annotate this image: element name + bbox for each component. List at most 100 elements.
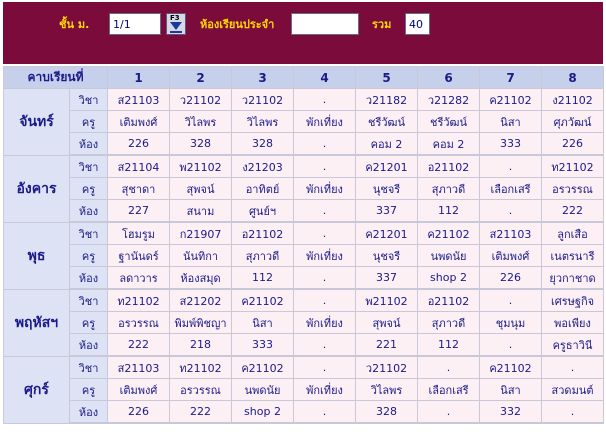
period-number: 5	[355, 66, 419, 89]
schedule-cell: คอม 2	[417, 132, 481, 156]
schedule-cell: 226	[479, 266, 543, 290]
schedule-cell: .	[293, 400, 357, 424]
schedule-cell: .	[541, 355, 605, 379]
schedule-cell: ก21907	[169, 221, 233, 245]
timetable-row: พฤหัสฯ วิชา ท21102 ส21202 ค21102. พ21102 อ2110…	[3, 288, 605, 357]
schedule-cell: ท21102	[541, 154, 605, 178]
schedule-cell: 333	[479, 132, 543, 156]
schedule-cell: 112	[417, 199, 481, 223]
room-input[interactable]	[291, 13, 359, 35]
timetable-row: ครู ฐานันดร์ นันทิกา สุภาวดี พักเที่ยง นุชจรี…	[4, 244, 605, 267]
row-type-label: ครู	[68, 110, 109, 133]
schedule-cell: พ21102	[355, 288, 419, 312]
schedule-cell: 226	[107, 400, 171, 424]
timetable-row: ห้อง ลดาวาร ห้องสมุด 112. 337 shop 2 226 ยุวกาช…	[4, 266, 605, 290]
timetable-row: อังคาร วิชา ส21104 พ21102 ง21203. ค21201 อ2110…	[3, 154, 605, 223]
schedule-cell: 221	[355, 333, 419, 357]
day-label: พฤหัสฯ	[3, 288, 70, 357]
row-type-label: ครู	[68, 244, 109, 267]
schedule-cell: ค21102	[479, 88, 543, 111]
period-number: 1	[107, 66, 171, 89]
schedule-cell: ค21102	[417, 221, 481, 245]
schedule-cell: ห้องสมุด	[169, 266, 233, 290]
row-type-label: ห้อง	[68, 199, 109, 223]
schedule-cell: ท21102	[107, 288, 171, 312]
timetable-row: ห้อง 226 328 328. คอม 2 คอม 2 333 226	[4, 132, 605, 156]
schedule-cell: เลือกเสรี	[479, 177, 543, 200]
schedule-cell: 337	[355, 266, 419, 290]
schedule-cell: ว21282	[417, 88, 481, 111]
schedule-cell: .	[293, 288, 357, 312]
schedule-cell: ศุภวัฒน์	[541, 110, 605, 133]
schedule-cell: วิไลพร	[355, 378, 419, 401]
schedule-cell: .	[417, 355, 481, 379]
row-type-label: ครู	[68, 311, 109, 334]
row-type-label: ครู	[68, 177, 109, 200]
schedule-cell: 226	[541, 132, 605, 156]
row-type-label: ครู	[68, 378, 109, 401]
schedule-cell: .	[293, 355, 357, 379]
schedule-cell: เติมพงศ์	[107, 378, 171, 401]
timetable-row: ครู สุชาดา สุพจน์ อาทิตย์ พักเที่ยง นุชจรี สุภ…	[4, 177, 605, 200]
schedule-cell: เนตรนารี	[541, 244, 605, 267]
timetable-row: ครู เติมพงศ์ อรวรรณ นพดนัย พักเที่ยง วิไลพร เล…	[4, 378, 605, 401]
row-type-label: วิชา	[68, 221, 109, 245]
class-lookup-button[interactable]: F3	[166, 13, 186, 35]
total-input[interactable]	[405, 13, 430, 35]
schedule-cell: คอม 2	[355, 132, 419, 156]
schedule-cell: .	[293, 88, 357, 111]
schedule-cell: .	[479, 154, 543, 178]
schedule-cell: อาทิตย์	[231, 177, 295, 200]
timetable: คาบเรียนที่ 1 2 3 4 5 6 7 8 จันทร์ วิชา ส21103 ว2110…	[2, 66, 605, 424]
schedule-cell: อ21102	[417, 154, 481, 178]
schedule-cell: .	[293, 333, 357, 357]
schedule-cell: นิสา	[479, 110, 543, 133]
schedule-cell: เลือกเสรี	[417, 378, 481, 401]
schedule-cell: 226	[107, 132, 171, 156]
schedule-cell: ค21102	[231, 288, 295, 312]
schedule-cell: ลูกเสือ	[541, 221, 605, 245]
timetable-row: ครู เติมพงศ์ วิไลพร วิไลพร พักเที่ยง ชรีวัฒน์…	[4, 110, 605, 133]
timetable-row: ห้อง 226 222 shop 2. 328. 332.	[4, 400, 605, 424]
period-number: 7	[479, 66, 543, 89]
schedule-cell: ยุวกาชาด	[541, 266, 605, 290]
schedule-cell: ว21182	[355, 88, 419, 111]
schedule-cell: shop 2	[231, 400, 295, 424]
schedule-cell: เติมพงศ์	[107, 110, 171, 133]
period-header-row: คาบเรียนที่ 1 2 3 4 5 6 7 8	[2, 66, 605, 89]
schedule-cell: ค21201	[355, 154, 419, 178]
schedule-cell: 328	[231, 132, 295, 156]
row-type-label: วิชา	[68, 88, 109, 111]
timetable-row: ครู อรวรรณ พิมพ์พิชญา นิสา พักเที่ยง สุพจน์ สุ…	[4, 311, 605, 334]
period-number: 6	[417, 66, 481, 89]
schedule-cell: อรวรรณ	[107, 311, 171, 334]
schedule-cell: ศูนย์ฯ	[231, 199, 295, 223]
class-label: ชั้น ม.	[59, 18, 90, 31]
schedule-cell: ว21102	[169, 88, 233, 111]
class-input[interactable]	[109, 13, 161, 35]
day-label: พุธ	[3, 221, 70, 290]
schedule-cell: .	[417, 400, 481, 424]
schedule-cell: อรวรรณ	[541, 177, 605, 200]
schedule-cell: ค21102	[231, 355, 295, 379]
schedule-cell: โฮมรูม	[107, 221, 171, 245]
period-number: 2	[169, 66, 233, 89]
schedule-cell: .	[479, 199, 543, 223]
schedule-cell: .	[293, 199, 357, 223]
day-label: ศุกร์	[3, 355, 70, 424]
schedule-cell: นพดนัย	[231, 378, 295, 401]
schedule-cell: ส21103	[107, 355, 171, 379]
schedule-cell: พักเที่ยง	[293, 244, 357, 267]
arrow-underline-icon	[170, 31, 182, 33]
period-number: 8	[541, 66, 605, 89]
filter-bar: ชั้น ม. F3 ห้องเรียนประจำ รวม	[3, 2, 603, 64]
schedule-cell: ง21203	[231, 154, 295, 178]
schedule-cell: สนาม	[169, 199, 233, 223]
schedule-cell: สุภาวดี	[417, 311, 481, 334]
schedule-cell: 227	[107, 199, 171, 223]
schedule-cell: พอเพียง	[541, 311, 605, 334]
schedule-cell: เติมพงศ์	[479, 244, 543, 267]
schedule-cell: สุภาวดี	[417, 177, 481, 200]
schedule-cell: ส21104	[107, 154, 171, 178]
schedule-cell: ชุมนุม	[479, 311, 543, 334]
